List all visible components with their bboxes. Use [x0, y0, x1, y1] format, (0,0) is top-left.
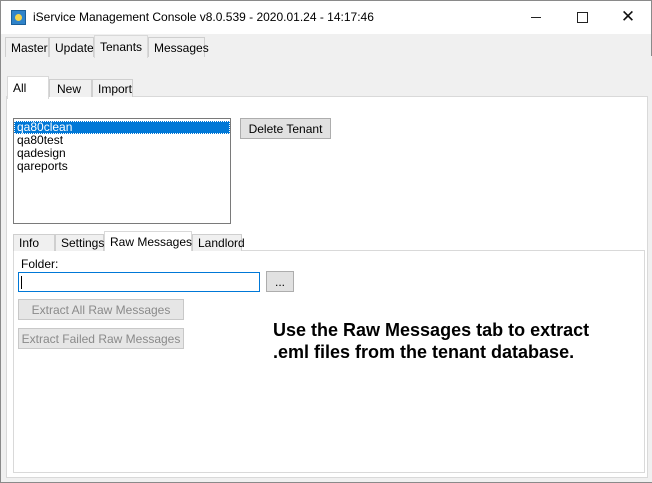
tab-all[interactable]: All [7, 76, 49, 99]
tab-update[interactable]: Update [49, 37, 94, 57]
list-item[interactable]: qareports [14, 160, 230, 173]
tab-label: Update [55, 40, 94, 55]
maximize-icon [576, 11, 588, 23]
browse-folder-button[interactable]: ... [266, 271, 294, 292]
tab-info[interactable]: Info [13, 234, 55, 251]
tab-new[interactable]: New [49, 79, 92, 97]
maximize-button[interactable] [559, 1, 605, 33]
close-icon: ✕ [620, 6, 636, 27]
window-title: iService Management Console v8.0.539 - 2… [33, 10, 374, 24]
tab-raw-messages[interactable]: Raw Messages [104, 231, 192, 251]
close-button[interactable]: ✕ [605, 1, 651, 33]
tab-settings[interactable]: Settings [55, 234, 104, 251]
app-window: iService Management Console v8.0.539 - 2… [0, 0, 652, 483]
folder-input[interactable] [18, 272, 260, 292]
minimize-button[interactable] [513, 1, 559, 33]
extract-all-raw-messages-button[interactable]: Extract All Raw Messages [18, 299, 184, 320]
tab-label: All [13, 81, 27, 95]
tab-label: Landlord [198, 236, 245, 250]
tab-label: Master [11, 40, 48, 55]
tab-label: Messages [154, 40, 209, 55]
tab-label: Tenants [100, 40, 143, 54]
tab-import[interactable]: Import [92, 79, 133, 97]
tab-label: Info [19, 236, 40, 250]
tab-messages[interactable]: Messages [148, 37, 209, 57]
title-bar[interactable]: iService Management Console v8.0.539 - 2… [1, 1, 651, 34]
annotation-text: Use the Raw Messages tab to extract .eml… [273, 320, 590, 362]
delete-tenant-button[interactable]: Delete Tenant [240, 118, 331, 139]
minimize-icon [531, 16, 541, 18]
text-caret [21, 276, 22, 289]
tab-label: Import [98, 81, 133, 96]
extract-failed-raw-messages-button[interactable]: Extract Failed Raw Messages [18, 328, 184, 349]
tab-master[interactable]: Master [5, 37, 49, 57]
tab-label: Raw Messages [110, 234, 193, 249]
folder-label: Folder: [21, 257, 59, 271]
tenant-list[interactable]: qa80clean qa80test qadesign qareports [13, 118, 231, 224]
tab-tenants[interactable]: Tenants [94, 35, 148, 58]
tab-label: New [57, 81, 82, 96]
tab-label: Settings [61, 236, 105, 250]
tab-landlord[interactable]: Landlord [192, 234, 245, 251]
app-gear-icon [11, 10, 26, 25]
